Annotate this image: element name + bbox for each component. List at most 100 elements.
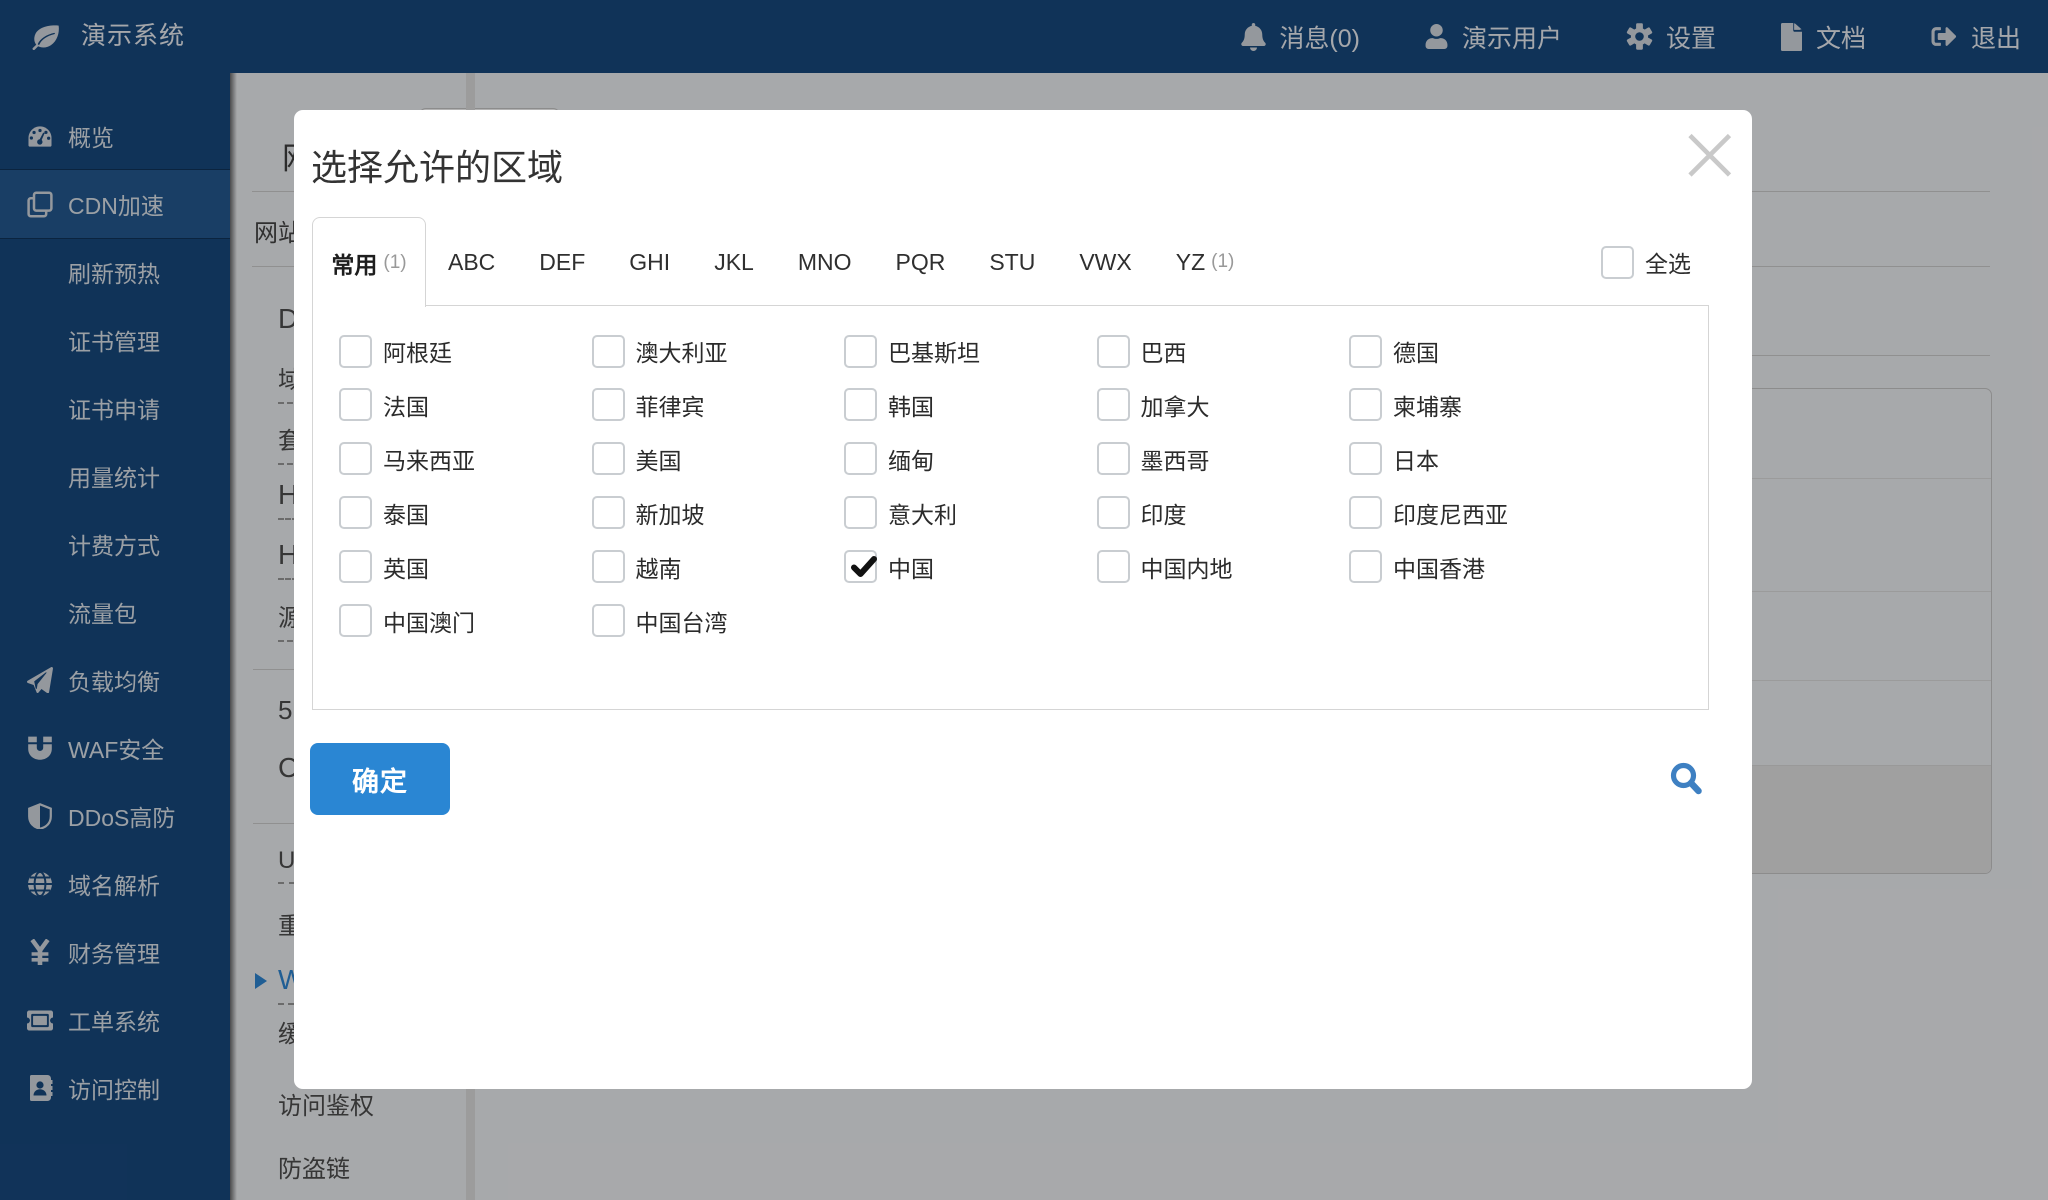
tab-pqr[interactable]: PQR (874, 249, 968, 276)
country-checkbox-4[interactable]: 巴西 (1096, 334, 1187, 368)
checkbox-unchecked[interactable] (844, 496, 877, 530)
select-all-label: 全选 (1645, 251, 1691, 277)
country-checkbox-18[interactable]: 意大利 (844, 496, 957, 530)
checkbox-unchecked[interactable] (1349, 388, 1382, 422)
checkbox-unchecked[interactable] (844, 388, 877, 422)
search-icon[interactable] (1670, 762, 1704, 798)
checkbox-unchecked[interactable] (339, 604, 372, 637)
checkbox-unchecked[interactable] (591, 334, 625, 368)
country-label: 中国澳门 (383, 609, 475, 636)
country-checkbox-21[interactable]: 英国 (339, 550, 429, 584)
tab-jkl[interactable]: JKL (692, 249, 776, 276)
tab-label: MNO (797, 248, 852, 275)
country-checkbox-9[interactable]: 加拿大 (1096, 388, 1210, 422)
country-label: 美国 (635, 447, 682, 474)
checkbox-unchecked[interactable] (1096, 334, 1130, 368)
country-label: 德国 (1393, 340, 1439, 366)
country-checkbox-3[interactable]: 巴基斯坦 (844, 334, 980, 368)
country-label: 马来西亚 (383, 447, 475, 474)
tab-ghi[interactable]: GHI (607, 249, 692, 276)
country-label: 泰国 (383, 501, 429, 528)
country-label: 意大利 (888, 501, 957, 528)
checkbox-unchecked[interactable] (1096, 388, 1130, 422)
country-checkbox-2[interactable]: 澳大利亚 (591, 334, 728, 368)
tab-label: VWX (1079, 248, 1132, 275)
confirm-button[interactable]: 确定 (310, 743, 450, 815)
country-checkbox-5[interactable]: 德国 (1349, 334, 1439, 368)
tab-common-active[interactable]: 常用 (1) (312, 217, 426, 307)
country-checkbox-20[interactable]: 印度尼西亚 (1349, 496, 1508, 530)
country-label: 加拿大 (1140, 393, 1210, 420)
country-checkbox-11[interactable]: 马来西亚 (339, 442, 475, 476)
checkbox-unchecked[interactable] (1349, 496, 1382, 530)
checkbox-unchecked[interactable] (1096, 496, 1130, 530)
checkbox-unchecked[interactable] (339, 550, 372, 584)
checkbox-unchecked[interactable] (339, 496, 372, 530)
checkbox-unchecked[interactable] (1349, 442, 1382, 476)
tab-abc[interactable]: ABC (426, 249, 517, 276)
country-checkbox-13[interactable]: 缅甸 (844, 442, 934, 476)
country-checkbox-12[interactable]: 美国 (591, 442, 682, 476)
country-label: 印度尼西亚 (1393, 501, 1508, 528)
tab-label: GHI (629, 248, 671, 275)
tab-label: STU (989, 248, 1036, 275)
country-label: 法国 (383, 393, 429, 420)
country-checkbox-7[interactable]: 菲律宾 (591, 388, 705, 422)
country-checkbox-19[interactable]: 印度 (1096, 496, 1187, 530)
checkbox-unchecked[interactable] (591, 442, 625, 476)
checkbox-unchecked[interactable] (844, 442, 877, 476)
country-label: 韩国 (888, 393, 934, 420)
country-label: 英国 (383, 555, 429, 582)
tab-count: (1) (383, 251, 407, 273)
tab-label: DEF (539, 248, 586, 275)
country-label: 巴基斯坦 (888, 340, 980, 366)
checkbox-unchecked[interactable] (591, 604, 625, 637)
country-checkbox-17[interactable]: 新加坡 (591, 496, 705, 530)
tab-vwx[interactable]: VWX (1057, 249, 1153, 276)
country-checkbox-22[interactable]: 越南 (591, 550, 682, 584)
checkbox-unchecked[interactable] (1096, 442, 1130, 476)
country-checkbox-24[interactable]: 中国内地 (1096, 550, 1233, 584)
region-select-dialog: 选择允许的区域 常用 (1) ABC DEF GHI JKL MNO PQR STU VWX YZ(… (294, 110, 1752, 1089)
dialog-title: 选择允许的区域 (311, 147, 564, 188)
tab-label: JKL (714, 248, 754, 275)
tab-yz[interactable]: YZ (1) (1154, 249, 1257, 276)
country-label: 印度 (1140, 501, 1187, 528)
checkbox-unchecked[interactable] (1349, 334, 1382, 368)
country-checkbox-8[interactable]: 韩国 (844, 388, 934, 422)
country-label: 阿根廷 (383, 340, 452, 366)
checkbox-unchecked[interactable] (339, 442, 372, 476)
checkbox-unchecked[interactable] (339, 388, 372, 422)
country-label: 中国台湾 (635, 609, 728, 636)
tab-label: 常用 (331, 251, 378, 278)
country-checkbox-25[interactable]: 中国香港 (1349, 550, 1485, 584)
country-label: 巴西 (1140, 340, 1187, 366)
checkbox-unchecked[interactable] (844, 334, 877, 368)
checkbox-checked[interactable] (844, 550, 877, 584)
country-checkbox-14[interactable]: 墨西哥 (1096, 442, 1210, 476)
tab-mno[interactable]: MNO (776, 249, 874, 276)
checkbox-unchecked[interactable] (339, 334, 372, 368)
country-checkbox-26[interactable]: 中国澳门 (339, 604, 475, 638)
country-checkbox-6[interactable]: 法国 (339, 388, 429, 422)
tab-stu[interactable]: STU (967, 249, 1057, 276)
tab-def[interactable]: DEF (517, 249, 607, 276)
checkbox-unchecked[interactable] (1096, 550, 1130, 584)
checkbox-unchecked[interactable] (591, 496, 625, 530)
country-checkbox-1[interactable]: 阿根廷 (339, 334, 452, 368)
country-label: 越南 (635, 555, 682, 582)
checkbox-unchecked[interactable] (1349, 550, 1382, 584)
close-icon[interactable] (1688, 133, 1732, 177)
country-checkbox-16[interactable]: 泰国 (339, 496, 429, 530)
country-label: 柬埔寨 (1393, 393, 1462, 420)
select-all-box[interactable] (1601, 245, 1634, 279)
checkbox-unchecked[interactable] (591, 550, 625, 584)
checkbox-unchecked[interactable] (591, 388, 625, 422)
country-checkbox-27[interactable]: 中国台湾 (591, 604, 728, 638)
country-checkbox-23[interactable]: 中国 (844, 550, 934, 584)
country-label: 澳大利亚 (635, 340, 728, 366)
select-all-checkbox[interactable]: 全选 (1601, 217, 1691, 307)
country-label: 中国 (888, 555, 934, 582)
country-checkbox-15[interactable]: 日本 (1349, 442, 1439, 476)
country-checkbox-10[interactable]: 柬埔寨 (1349, 388, 1462, 422)
